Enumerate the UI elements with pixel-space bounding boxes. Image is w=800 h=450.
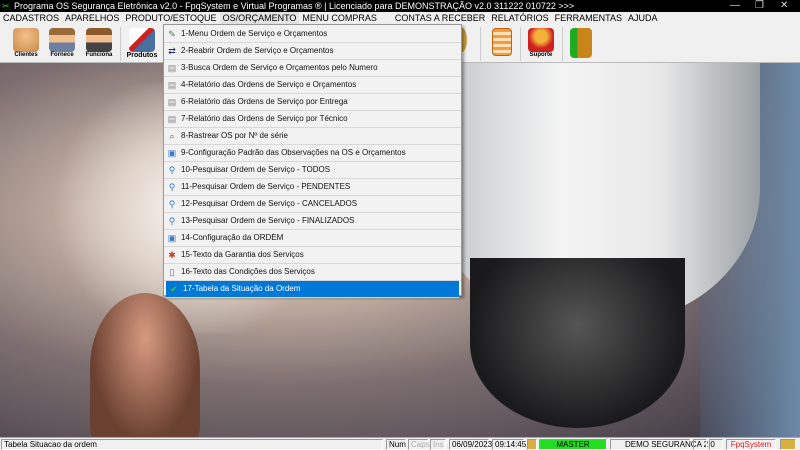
config-icon[interactable] <box>709 439 723 450</box>
status-bar: Tabela Situacao da ordem Num Caps Ins 06… <box>0 437 800 450</box>
os-menu-item[interactable]: ▣ 9-Configuração Padrão das Observações n… <box>164 145 461 162</box>
check-icon: ✔ <box>170 284 178 294</box>
config-window-icon: ▣ <box>167 233 177 243</box>
os-menu-item[interactable]: ▯ 16-Texto das Condições dos Serviços <box>164 264 461 281</box>
exit-door-icon <box>570 28 592 58</box>
os-menu-item[interactable]: ▤ 3-Busca Ordem de Serviço e Orçamentos p… <box>164 60 461 77</box>
os-menu-item-label: 4-Relatório das Ordens de Serviço e Orça… <box>181 80 357 89</box>
menu-aparelhos[interactable]: APARELHOS <box>62 12 122 25</box>
magnifier-icon: ⚲ <box>168 165 176 175</box>
printer-icon: ▤ <box>167 80 177 90</box>
insert-indicator: Ins <box>430 439 446 450</box>
fornece-button[interactable]: Fornece <box>46 26 78 62</box>
suporte-button[interactable]: Suporte <box>524 26 558 62</box>
status-date: 06/09/2023 <box>449 439 492 450</box>
house-camera-icon <box>129 28 155 52</box>
os-menu-item-label: 9-Configuração Padrão das Observações na… <box>181 148 406 157</box>
os-menu-item-label: 6-Relatório das Ordens de Serviço por En… <box>181 97 348 106</box>
os-menu-item-label: 16-Texto das Condições dos Serviços <box>181 267 315 276</box>
os-menu-item-label: 12-Pesquisar Ordem de Serviço - CANCELAD… <box>181 199 358 208</box>
os-menu-item[interactable]: ⇄ 2-Reabrir Ordem de Serviço e Orçamentos <box>164 43 461 60</box>
os-menu-item-label: 15-Texto da Garantia dos Serviços <box>181 250 304 259</box>
maximize-button[interactable]: ❐ <box>755 0 764 12</box>
produtos-button[interactable]: Produtos <box>124 26 160 62</box>
config-window-icon: ▣ <box>167 148 177 158</box>
os-menu-item[interactable]: ⚲ 11-Pesquisar Ordem de Serviço - PENDENT… <box>164 179 461 196</box>
caps-lock-indicator: Caps <box>408 439 430 450</box>
status-hint: Tabela Situacao da ordem <box>1 439 383 450</box>
brand-label: FpqSystem <box>726 439 776 450</box>
swap-arrows-icon: ⇄ <box>168 46 176 56</box>
clients-icon <box>13 28 39 52</box>
user-icon <box>527 439 537 450</box>
fpq-icon <box>780 439 796 450</box>
status-time: 09:14:45 <box>492 439 526 450</box>
os-menu-item-label: 3-Busca Ordem de Serviço e Orçamentos pe… <box>181 63 378 72</box>
os-menu-item[interactable]: ⚲ 13-Pesquisar Ordem de Serviço - FINALIZ… <box>164 213 461 230</box>
exit-button[interactable] <box>566 26 596 62</box>
menu-ferramentas[interactable]: FERRAMENTAS <box>552 12 625 25</box>
os-menu-item[interactable]: ▤ 4-Relatório das Ordens de Serviço e Orç… <box>164 77 461 94</box>
os-menu-item[interactable]: ▣ 14-Configuração da ORDEM <box>164 230 461 247</box>
funciona-button[interactable]: Funciona <box>82 26 116 62</box>
window-title: Programa OS Segurança Eletrônica v2.0 - … <box>14 1 575 11</box>
minimize-button[interactable]: — <box>730 0 740 12</box>
os-menu-item[interactable]: ✱ 15-Texto da Garantia dos Serviços <box>164 247 461 264</box>
magnifier-icon: ⚲ <box>168 216 176 226</box>
os-menu-item[interactable]: ⌕ 8-Rastrear OS por Nº de série <box>164 128 461 145</box>
os-menu-item[interactable]: ✎ 1-Menu Ordem de Serviço e Orçamentos <box>164 26 461 43</box>
user-badge: MASTER <box>539 439 607 450</box>
os-menu-item-label: 17-Tabela da Situação da Ordem <box>183 284 301 293</box>
menu-ajuda[interactable]: AJUDA <box>625 12 661 25</box>
os-menu-item-label: 7-Relatório das Ordens de Serviço por Té… <box>181 114 348 123</box>
num-lock-indicator: Num <box>386 439 406 450</box>
employees-icon <box>86 28 112 52</box>
title-bar: ✂ Programa OS Segurança Eletrônica v2.0 … <box>0 0 800 12</box>
os-menu-item-label: 14-Configuração da ORDEM <box>181 233 284 242</box>
printer-icon: ▤ <box>167 97 177 107</box>
os-menu-item[interactable]: ⚲ 12-Pesquisar Ordem de Serviço - CANCELA… <box>164 196 461 213</box>
printer-icon: ▤ <box>167 114 177 124</box>
document-icon: ▯ <box>169 267 175 277</box>
menu-cadastros[interactable]: CADASTROS <box>0 12 62 25</box>
os-menu-item-label: 11-Pesquisar Ordem de Serviço - PENDENTE… <box>181 182 351 191</box>
os-menu-item-label: 13-Pesquisar Ordem de Serviço - FINALIZA… <box>181 216 355 225</box>
printer-icon[interactable] <box>693 439 707 450</box>
document-star-icon: ✱ <box>168 250 176 260</box>
track-search-icon: ⌕ <box>169 131 175 141</box>
os-menu-item[interactable]: ✔ 17-Tabela da Situação da Ordem <box>166 281 459 298</box>
os-menu-item-label: 1-Menu Ordem de Serviço e Orçamentos <box>181 29 328 38</box>
calculator-button[interactable] <box>488 26 516 62</box>
os-orcamento-dropdown: ✎ 1-Menu Ordem de Serviço e Orçamentos ⇄ 2-… <box>163 24 462 298</box>
magnifier-icon: ⚲ <box>168 199 176 209</box>
support-icon <box>528 28 554 52</box>
os-menu-item[interactable]: ▤ 7-Relatório das Ordens de Serviço por T… <box>164 111 461 128</box>
edit-check-icon: ✎ <box>168 29 176 39</box>
calculator-icon <box>492 28 512 56</box>
close-button[interactable]: ✕ <box>780 0 788 12</box>
magnifier-icon: ⚲ <box>168 182 176 192</box>
clientes-button[interactable]: Clientes <box>8 26 44 62</box>
os-menu-item-label: 2-Reabrir Ordem de Serviço e Orçamentos <box>181 46 334 55</box>
supplier-icon <box>49 28 75 52</box>
os-menu-item-label: 10-Pesquisar Ordem de Serviço - TODOS <box>181 165 331 174</box>
os-menu-item[interactable]: ▤ 6-Relatório das Ordens de Serviço por E… <box>164 94 461 111</box>
printer-icon: ▤ <box>167 63 177 73</box>
app-icon: ✂ <box>2 1 10 11</box>
os-menu-item-label: 8-Rastrear OS por Nº de série <box>181 131 288 140</box>
os-menu-item[interactable]: ⚲ 10-Pesquisar Ordem de Serviço - TODOS <box>164 162 461 179</box>
company-name: DEMO SEGURANCA 2.0 <box>610 439 715 450</box>
menu-relatorios[interactable]: RELATÓRIOS <box>488 12 551 25</box>
